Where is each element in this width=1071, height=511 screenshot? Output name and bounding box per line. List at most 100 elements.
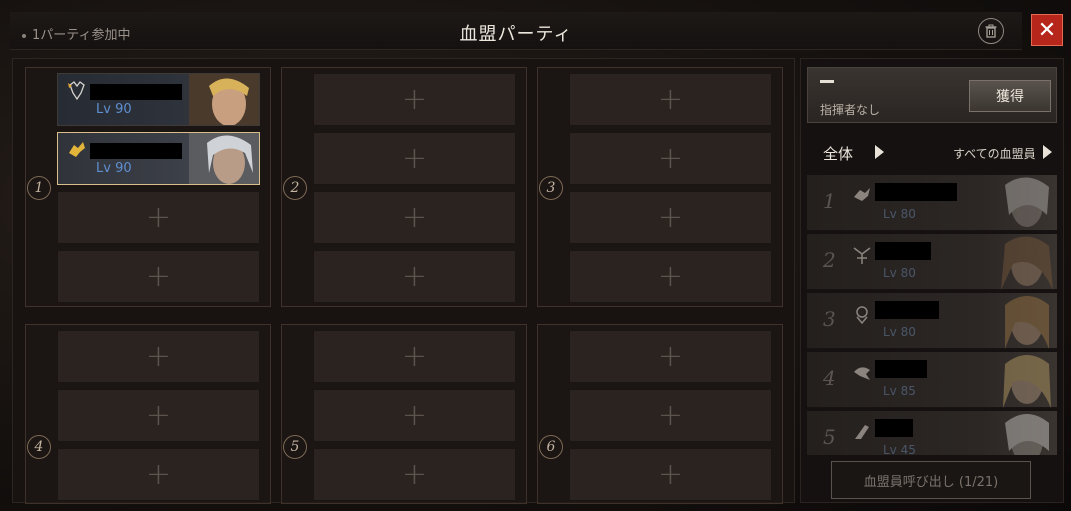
clan-member-rank: 2 xyxy=(823,248,836,272)
party-number: 4 xyxy=(27,435,51,459)
party-member-slot-selected[interactable]: Lv 90 xyxy=(57,132,260,185)
clan-member-row[interactable]: 4 Lv 85 xyxy=(807,352,1057,408)
empty-slot[interactable]: + xyxy=(313,132,516,185)
trash-button[interactable] xyxy=(978,18,1004,44)
clan-member-level: Lv 80 xyxy=(883,266,916,280)
character-portrait xyxy=(189,74,259,125)
empty-slot[interactable]: + xyxy=(569,330,772,383)
party-grid: 1 Lv 90 Lv 90 + + 2 + + + + 3 + + + + 4 … xyxy=(12,58,795,504)
empty-slot[interactable]: + xyxy=(313,389,516,442)
clan-member-list: 1 Lv 80 2 Lv 80 3 Lv 80 4 Lv 85 5 Lv 45 xyxy=(807,175,1057,455)
member-level: Lv 90 xyxy=(96,102,132,117)
party-member-slot[interactable]: Lv 90 xyxy=(57,73,260,126)
clan-crest-icon xyxy=(855,425,869,439)
character-portrait xyxy=(1003,355,1051,408)
empty-slot[interactable]: + xyxy=(569,250,772,303)
party-group-6: 6 + + + xyxy=(537,324,783,504)
clan-member-rank: 4 xyxy=(823,366,836,390)
party-group-4: 4 + + + xyxy=(25,324,271,504)
clan-member-name-redacted xyxy=(875,301,939,319)
add-icon: + xyxy=(145,199,172,235)
clan-crest-icon xyxy=(853,247,871,264)
empty-slot[interactable]: + xyxy=(57,389,260,442)
party-group-2: 2 + + + + xyxy=(281,67,527,307)
character-portrait xyxy=(1005,414,1049,455)
party-group-5: 5 + + + xyxy=(281,324,527,504)
leader-dash xyxy=(820,80,834,83)
clan-member-level: Lv 80 xyxy=(883,207,916,221)
add-icon: + xyxy=(145,397,172,433)
clan-member-level: Lv 45 xyxy=(883,443,916,455)
close-button[interactable]: ✕ xyxy=(1031,14,1063,46)
clan-crest-icon xyxy=(68,81,85,101)
empty-slot[interactable]: + xyxy=(57,191,260,244)
empty-slot[interactable]: + xyxy=(569,191,772,244)
clan-member-rank: 5 xyxy=(823,425,836,449)
empty-slot[interactable]: + xyxy=(313,73,516,126)
clan-party-window: 1パーティ参加中 血盟パーティ ✕ 1 Lv 90 Lv 90 + + 2 + … xyxy=(0,0,1071,511)
empty-slot[interactable]: + xyxy=(569,389,772,442)
party-number: 1 xyxy=(27,176,51,200)
clan-member-name-redacted xyxy=(875,242,931,260)
empty-slot[interactable]: + xyxy=(313,448,516,501)
acquire-button[interactable]: 獲得 xyxy=(969,80,1051,112)
leader-box: 指揮者なし 獲得 xyxy=(807,67,1057,123)
summon-clan-member-button[interactable]: 血盟員呼び出し (1/21) xyxy=(831,461,1031,499)
party-number: 5 xyxy=(283,435,307,459)
clan-member-row[interactable]: 1 Lv 80 xyxy=(807,175,1057,231)
clan-member-rank: 3 xyxy=(823,307,836,331)
clan-member-row[interactable]: 2 Lv 80 xyxy=(807,234,1057,290)
filter-dropdown-label[interactable]: 全体 xyxy=(823,143,853,164)
empty-slot[interactable]: + xyxy=(57,250,260,303)
add-icon: + xyxy=(145,258,172,294)
add-icon: + xyxy=(657,338,684,374)
character-portrait xyxy=(189,133,259,184)
empty-slot[interactable]: + xyxy=(569,132,772,185)
add-icon: + xyxy=(401,199,428,235)
clan-member-level: Lv 80 xyxy=(883,325,916,339)
clan-crest-icon xyxy=(854,188,870,201)
clan-member-panel: 指揮者なし 獲得 全体 すべての血盟員 1 Lv 80 2 Lv 80 3 Lv… xyxy=(800,58,1064,503)
member-name-redacted xyxy=(90,84,182,100)
character-portrait xyxy=(1005,296,1049,349)
empty-slot[interactable]: + xyxy=(569,448,772,501)
add-icon: + xyxy=(145,456,172,492)
add-icon: + xyxy=(401,140,428,176)
empty-slot[interactable]: + xyxy=(313,330,516,383)
clan-member-name-redacted xyxy=(875,360,927,378)
character-portrait xyxy=(1005,177,1049,227)
close-icon: ✕ xyxy=(1037,17,1057,43)
clan-crest-icon xyxy=(69,142,85,157)
page-title: 血盟パーティ xyxy=(459,24,573,45)
add-icon: + xyxy=(657,81,684,117)
empty-slot[interactable]: + xyxy=(57,448,260,501)
header-bar: 1パーティ参加中 血盟パーティ xyxy=(10,12,1022,50)
add-icon: + xyxy=(401,81,428,117)
add-icon: + xyxy=(145,338,172,374)
party-number: 3 xyxy=(539,176,563,200)
clan-member-row[interactable]: 3 Lv 80 xyxy=(807,293,1057,349)
member-level: Lv 90 xyxy=(96,161,132,176)
clan-crest-icon xyxy=(856,306,868,325)
party-group-1: 1 Lv 90 Lv 90 + + xyxy=(25,67,271,307)
member-name-redacted xyxy=(90,143,182,159)
party-number: 6 xyxy=(539,435,563,459)
leader-label: 指揮者なし xyxy=(820,103,881,117)
add-icon: + xyxy=(657,456,684,492)
filter-arrow-icon[interactable] xyxy=(875,145,884,159)
clan-crest-icon xyxy=(854,367,870,380)
all-members-arrow-icon[interactable] xyxy=(1043,145,1052,159)
empty-slot[interactable]: + xyxy=(569,73,772,126)
empty-slot[interactable]: + xyxy=(313,191,516,244)
add-icon: + xyxy=(657,140,684,176)
empty-slot[interactable]: + xyxy=(57,330,260,383)
add-icon: + xyxy=(401,397,428,433)
add-icon: + xyxy=(401,338,428,374)
empty-slot[interactable]: + xyxy=(313,250,516,303)
all-members-link[interactable]: すべての血盟員 xyxy=(953,145,1036,162)
party-number: 2 xyxy=(283,176,307,200)
add-icon: + xyxy=(657,397,684,433)
clan-member-rank: 1 xyxy=(823,189,836,213)
clan-member-level: Lv 85 xyxy=(883,384,916,398)
clan-member-row[interactable]: 5 Lv 45 xyxy=(807,411,1057,455)
